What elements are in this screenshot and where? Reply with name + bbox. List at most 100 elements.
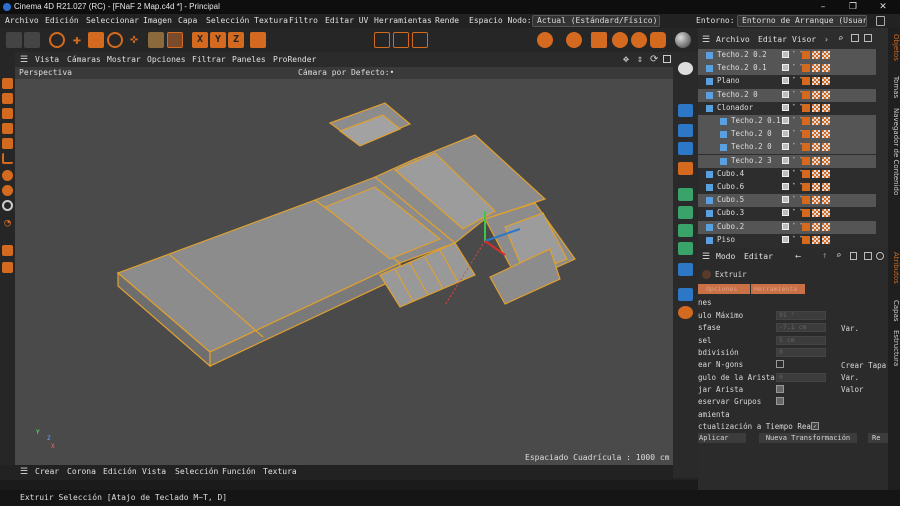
texture-tag-icon[interactable] bbox=[812, 235, 820, 244]
side-tab-atributos[interactable]: Atributos bbox=[888, 252, 900, 284]
objects-more-icon[interactable]: › bbox=[824, 35, 829, 44]
visibility-checkbox[interactable] bbox=[782, 169, 789, 177]
objects-menu-archivo[interactable]: Archivo bbox=[716, 35, 750, 44]
character-icon[interactable] bbox=[678, 142, 693, 155]
objects-menu-editar[interactable]: Editar bbox=[758, 35, 787, 44]
object-row[interactable]: Plano • • bbox=[698, 75, 876, 88]
boole-icon[interactable] bbox=[678, 224, 693, 237]
texture-tag-icon[interactable] bbox=[812, 64, 820, 73]
node-space-dropdown[interactable]: Actual (Estándard/Físico) bbox=[532, 15, 660, 27]
polygons-mode-icon[interactable] bbox=[2, 138, 13, 149]
objects-menu-visor[interactable]: Visor bbox=[792, 35, 816, 44]
light-icon[interactable] bbox=[678, 306, 693, 319]
attr-lock-icon[interactable] bbox=[850, 252, 857, 260]
attr-menu-editar[interactable]: Editar bbox=[744, 252, 773, 261]
side-tab-objetos[interactable]: Objetos bbox=[888, 34, 900, 61]
deformer-icon[interactable] bbox=[591, 32, 607, 48]
texture-tag-icon[interactable] bbox=[802, 183, 810, 191]
visibility-dots-icon[interactable]: • • bbox=[792, 234, 803, 245]
object-row[interactable]: Techo.2 0 • • bbox=[698, 128, 876, 142]
edges-mode-icon[interactable] bbox=[2, 123, 13, 134]
material-tag-icon[interactable] bbox=[822, 117, 830, 125]
texture-tag-icon[interactable] bbox=[802, 143, 810, 152]
texture-tag-icon[interactable] bbox=[812, 117, 820, 125]
undo-icon[interactable] bbox=[6, 32, 22, 48]
visibility-checkbox[interactable] bbox=[782, 77, 789, 85]
live-selection-icon[interactable] bbox=[49, 32, 65, 48]
viewport-menu-camaras[interactable]: Cámaras bbox=[67, 55, 101, 64]
camera-icon[interactable] bbox=[678, 62, 693, 75]
visibility-checkbox[interactable] bbox=[782, 222, 789, 230]
visibility-checkbox[interactable] bbox=[782, 51, 789, 58]
apply-button[interactable]: Aplicar bbox=[698, 433, 746, 443]
param-field[interactable]: 0 bbox=[776, 372, 826, 382]
cube-icon[interactable] bbox=[678, 104, 693, 117]
texture-tag-icon[interactable] bbox=[802, 51, 810, 59]
axis-x-button[interactable]: X bbox=[192, 32, 208, 48]
texture-tag-icon[interactable] bbox=[802, 222, 810, 231]
material-tag-icon[interactable] bbox=[822, 143, 830, 152]
attr-search-icon[interactable]: ⌕ bbox=[836, 251, 841, 261]
viewport-rotate-icon[interactable]: ⟳ bbox=[650, 54, 658, 65]
visibility-checkbox[interactable] bbox=[782, 143, 789, 151]
visibility-checkbox[interactable] bbox=[782, 196, 789, 204]
sculpt-icon[interactable] bbox=[2, 262, 13, 273]
visibility-checkbox[interactable] bbox=[782, 209, 789, 217]
material-tag-icon[interactable] bbox=[822, 130, 830, 139]
visibility-checkbox[interactable] bbox=[782, 90, 789, 98]
snap-icon[interactable] bbox=[2, 185, 13, 196]
pen-spline-icon[interactable] bbox=[678, 162, 693, 175]
visibility-checkbox[interactable] bbox=[782, 117, 789, 124]
material-hamburger-icon[interactable]: ☰ bbox=[20, 467, 28, 477]
viewport-menu-filtrar[interactable]: Filtrar bbox=[192, 55, 226, 64]
viewport-3d[interactable]: Y Z X Espaciado Cuadrícula : 1000 cm bbox=[15, 79, 673, 465]
viewport-menu-mostrar[interactable]: Mostrar bbox=[107, 55, 141, 64]
side-tab-tomas[interactable]: Tomas bbox=[888, 76, 900, 98]
minimize-icon[interactable]: – bbox=[808, 0, 838, 14]
reset-button[interactable]: Re bbox=[868, 433, 888, 443]
texture-tag-icon[interactable] bbox=[802, 156, 810, 165]
viewport-zoom-icon[interactable]: ⇕ bbox=[637, 54, 643, 65]
visibility-dots-icon[interactable]: • • bbox=[792, 195, 803, 205]
axis-y-button[interactable]: Y bbox=[210, 32, 226, 48]
visibility-dots-icon[interactable]: • • bbox=[792, 142, 803, 152]
visibility-checkbox[interactable] bbox=[782, 103, 789, 111]
material-menu-edicion[interactable]: Edición bbox=[103, 467, 137, 476]
object-row[interactable]: Techo.2 3 • • bbox=[698, 154, 876, 168]
visibility-dots-icon[interactable]: • • bbox=[792, 102, 803, 113]
workplane-lock-icon[interactable] bbox=[2, 200, 13, 211]
param-checkbox[interactable] bbox=[776, 360, 784, 369]
material-tag-icon[interactable] bbox=[822, 169, 830, 178]
material-tag-icon[interactable] bbox=[822, 196, 830, 205]
texture-tag-icon[interactable] bbox=[802, 169, 810, 178]
visibility-dots-icon[interactable]: • • bbox=[792, 89, 803, 100]
redo-icon[interactable] bbox=[24, 32, 40, 48]
tweak-mode-icon[interactable] bbox=[2, 170, 13, 181]
deformer-bend-icon[interactable] bbox=[678, 263, 693, 276]
restore-icon[interactable]: ❐ bbox=[838, 0, 868, 14]
visibility-checkbox[interactable] bbox=[782, 183, 789, 190]
viewport-hamburger-icon[interactable]: ☰ bbox=[20, 55, 28, 65]
scale-tool-icon[interactable] bbox=[88, 32, 104, 48]
texture-mode-icon[interactable] bbox=[167, 32, 183, 48]
texture-tag-icon[interactable] bbox=[802, 77, 810, 86]
light-bulb-icon[interactable] bbox=[612, 32, 628, 48]
texture-tag-icon[interactable] bbox=[812, 209, 820, 218]
viewport-menu-paneles[interactable]: Paneles bbox=[232, 55, 266, 64]
viewport-menu-prorender[interactable]: ProRender bbox=[273, 55, 316, 64]
material-menu-vista[interactable]: Vista bbox=[142, 467, 166, 476]
viewport-move-icon[interactable]: ✥ bbox=[623, 54, 629, 65]
param-checkbox[interactable] bbox=[776, 397, 784, 406]
side-tab-estructura[interactable]: Estructura bbox=[888, 330, 900, 366]
make-editable-icon[interactable] bbox=[2, 78, 13, 89]
viewport-camera[interactable]: Cámara por Defecto:• bbox=[298, 68, 394, 77]
visibility-dots-icon[interactable]: • • bbox=[792, 155, 803, 166]
object-row[interactable]: Techo.2 0.1 • • bbox=[698, 62, 876, 76]
param-field[interactable]: -7.1 cm bbox=[776, 323, 826, 333]
texture-tag-icon[interactable] bbox=[802, 64, 810, 73]
attr-menu-modo[interactable]: Modo bbox=[716, 252, 735, 261]
material-tag-icon[interactable] bbox=[822, 103, 830, 112]
material-tag-icon[interactable] bbox=[822, 51, 830, 59]
environment-lock-icon[interactable] bbox=[876, 16, 885, 26]
realtime-update-checkbox[interactable]: ✓ bbox=[811, 422, 819, 430]
